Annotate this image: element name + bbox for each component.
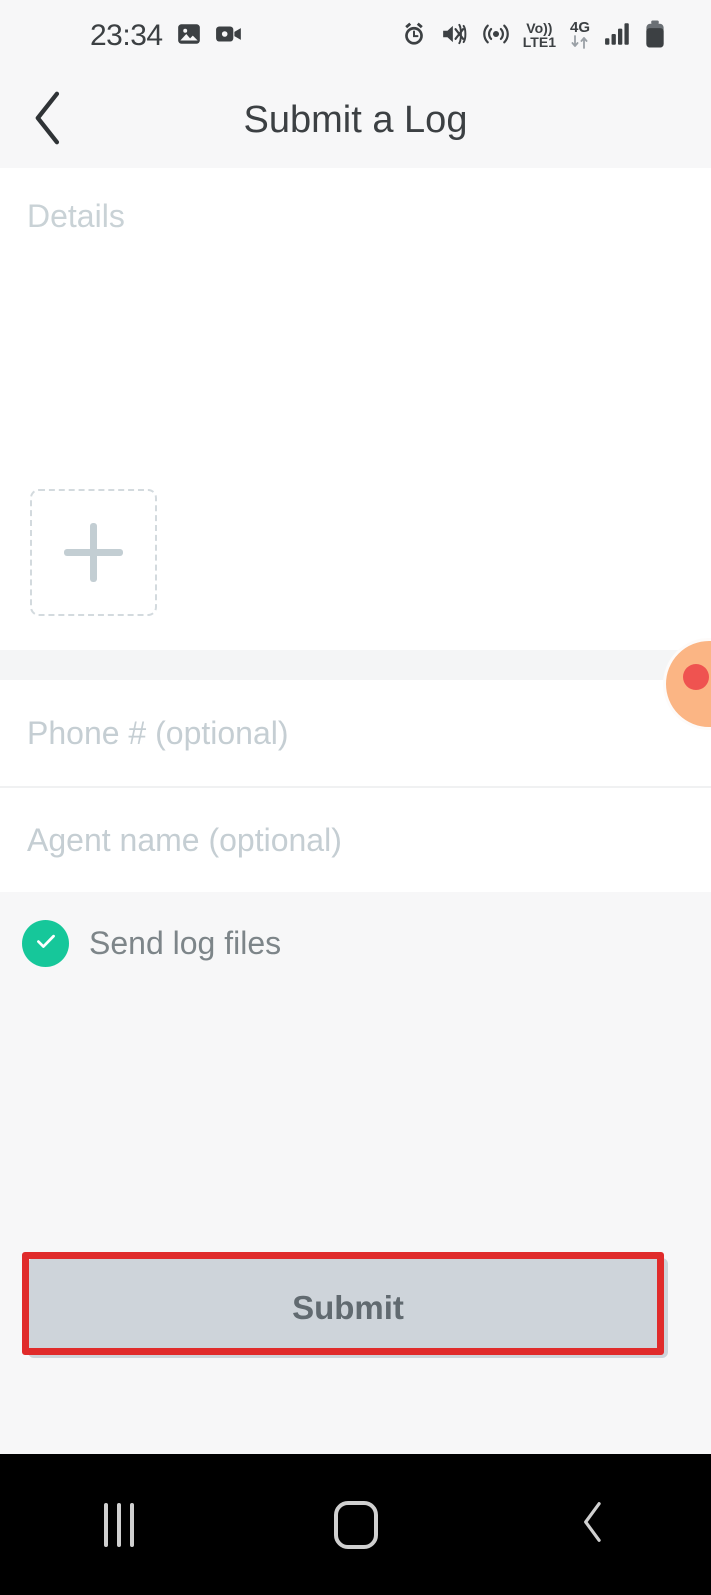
check-icon [33, 928, 59, 959]
chevron-left-icon [30, 90, 66, 151]
nav-back-button[interactable] [518, 1454, 668, 1595]
recents-icon [103, 1502, 134, 1547]
section-divider [0, 650, 711, 680]
add-attachment-button[interactable] [30, 489, 157, 616]
mute-vibrate-icon [441, 21, 469, 52]
status-bar-clock: 23:34 [90, 19, 163, 52]
touch-point-dot [683, 664, 709, 690]
back-chevron-icon [579, 1500, 607, 1549]
phone-input[interactable]: Phone # (optional) [27, 715, 289, 752]
network-type-indicator: 4G [569, 20, 591, 53]
phone-screen: 23:34 Vo)) LTE1 4G Submit a Log Details … [0, 0, 711, 1595]
phone-field-row[interactable]: Phone # (optional) [0, 680, 711, 786]
image-icon [176, 21, 202, 52]
network-type-label: 4G [569, 18, 590, 36]
submit-button[interactable]: Submit [28, 1258, 668, 1358]
battery-icon [645, 20, 665, 53]
android-nav-bar [0, 1454, 711, 1595]
back-button[interactable] [0, 72, 96, 168]
home-button[interactable] [281, 1454, 431, 1595]
plus-icon [64, 523, 123, 582]
alarm-icon [400, 20, 428, 53]
volte-line-2: LTE1 [522, 34, 556, 50]
agent-name-field-row[interactable]: Agent name (optional) [0, 786, 711, 892]
send-log-files-checkbox[interactable] [22, 920, 69, 967]
submit-button-container: Submit [22, 1252, 668, 1358]
status-bar-left: 23:34 [90, 21, 243, 52]
send-log-files-label: Send log files [89, 925, 282, 961]
hotspot-icon [482, 20, 510, 53]
agent-name-input[interactable]: Agent name (optional) [27, 822, 342, 859]
page-title: Submit a Log [243, 98, 468, 141]
app-bar: Submit a Log [0, 72, 711, 168]
recents-button[interactable] [44, 1454, 194, 1595]
details-input[interactable]: Details [27, 198, 125, 235]
status-bar-right: Vo)) LTE1 4G [400, 0, 665, 72]
status-bar: 23:34 Vo)) LTE1 4G [0, 0, 711, 72]
signal-bars-icon [604, 21, 632, 52]
send-log-files-row[interactable]: Send log files [22, 920, 281, 967]
data-transfer-arrows-icon [569, 34, 591, 53]
home-icon [333, 1500, 378, 1549]
details-section: Details [0, 168, 711, 650]
video-camera-icon [215, 21, 243, 52]
volte-indicator: Vo)) LTE1 [522, 21, 556, 50]
